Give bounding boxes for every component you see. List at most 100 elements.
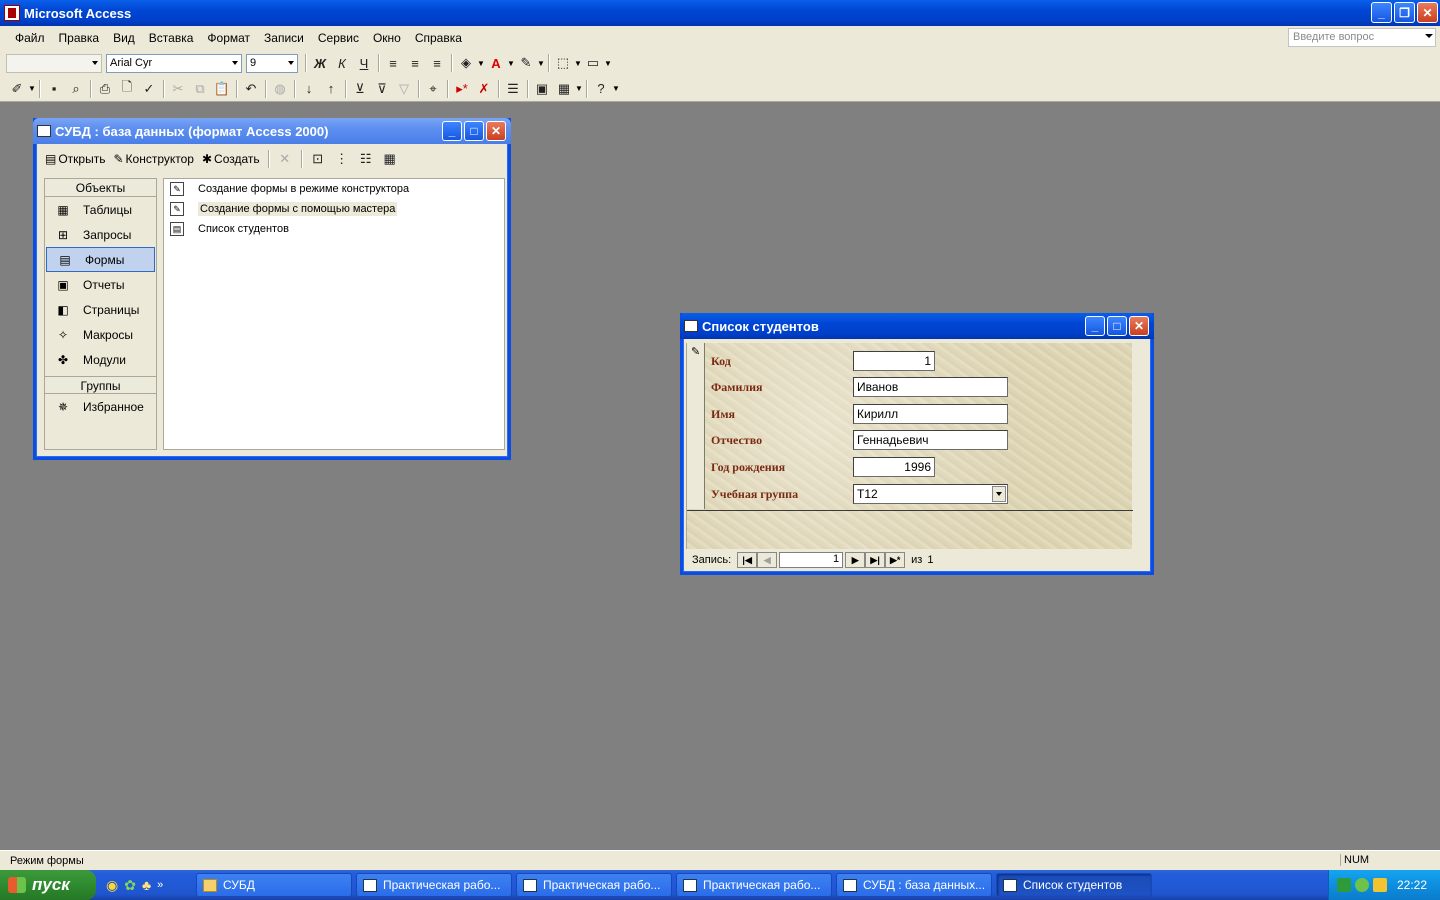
apply-filter-icon[interactable]: ▽ <box>393 78 415 100</box>
properties-icon[interactable]: ☰ <box>502 78 524 100</box>
find-icon[interactable]: ⌖ <box>422 78 444 100</box>
list-item[interactable]: ✎ Создание формы в режиме конструктора <box>164 179 504 199</box>
surname-field[interactable]: Иванов <box>853 377 1008 397</box>
tray-app-icon[interactable] <box>1337 878 1351 892</box>
new-object-icon[interactable]: ▦ <box>553 78 575 100</box>
menu-window[interactable]: Окно <box>366 29 408 47</box>
search-file-icon[interactable]: ⌕ <box>65 78 87 100</box>
open-button[interactable]: ▤ Открыть <box>42 150 108 168</box>
filter-by-form-icon[interactable]: ⊽ <box>371 78 393 100</box>
new-record-icon[interactable]: ▸* <box>451 78 473 100</box>
record-selector[interactable]: ✎ <box>687 343 705 509</box>
flower-icon[interactable]: ✿ <box>124 877 136 894</box>
object-modules[interactable]: ✤ Модули <box>45 347 156 372</box>
object-tables[interactable]: ▦ Таблицы <box>45 197 156 222</box>
list-item[interactable]: ✎ Создание формы с помощью мастера <box>164 199 504 219</box>
delete-record-icon[interactable]: ✗ <box>473 78 495 100</box>
task-button[interactable]: СУБД <box>196 873 352 897</box>
next-record-button[interactable]: ▶ <box>845 552 866 568</box>
form-close-button[interactable]: ✕ <box>1129 316 1149 336</box>
menu-records[interactable]: Записи <box>257 29 311 47</box>
start-button[interactable]: пуск <box>0 870 96 900</box>
menu-help[interactable]: Справка <box>408 29 469 47</box>
new-record-button[interactable]: ▶* <box>885 552 906 568</box>
agent-icon[interactable]: ♣ <box>142 877 151 893</box>
font-size-combo[interactable]: 9 <box>246 53 298 73</box>
align-center-icon[interactable]: ≡ <box>404 52 426 74</box>
database-window-icon[interactable]: ▣ <box>531 78 553 100</box>
form-maximize-button[interactable]: □ <box>1107 316 1127 336</box>
object-macros[interactable]: ✧ Макросы <box>45 322 156 347</box>
ask-question-input[interactable]: Введите вопрос <box>1288 28 1436 47</box>
close-button[interactable]: ✕ <box>1417 2 1438 23</box>
hyperlink-icon[interactable]: ◍ <box>269 78 291 100</box>
object-pages[interactable]: ◧ Страницы <box>45 297 156 322</box>
font-name-combo[interactable]: Arial Cyr <box>106 53 242 73</box>
sort-ascending-icon[interactable]: ↓ <box>298 78 320 100</box>
list-view-icon[interactable]: ☷ <box>355 148 377 170</box>
patronymic-field[interactable]: Геннадьевич <box>853 430 1008 450</box>
tray-agent-icon[interactable] <box>1373 878 1387 892</box>
first-record-button[interactable]: |◀ <box>737 552 758 568</box>
tray-flower-icon[interactable] <box>1355 878 1369 892</box>
object-reports[interactable]: ▣ Отчеты <box>45 272 156 297</box>
save-icon[interactable]: ▪ <box>43 78 65 100</box>
underline-button[interactable]: Ч <box>353 52 375 74</box>
task-button[interactable]: Практическая рабо... <box>516 873 672 897</box>
spelling-icon[interactable]: ✓ <box>138 78 160 100</box>
design-button[interactable]: ✎ Конструктор <box>110 150 196 168</box>
db-close-button[interactable]: ✕ <box>486 121 506 141</box>
task-button[interactable]: СУБД : база данных... <box>836 873 992 897</box>
chevron-down-icon[interactable] <box>1425 34 1433 38</box>
object-combo[interactable] <box>6 53 102 73</box>
copy-icon[interactable]: ⧉ <box>189 78 211 100</box>
filter-by-selection-icon[interactable]: ⊻ <box>349 78 371 100</box>
restore-button[interactable]: ❐ <box>1394 2 1415 23</box>
menu-edit[interactable]: Правка <box>52 29 107 47</box>
small-icons-icon[interactable]: ⋮ <box>331 148 353 170</box>
task-button[interactable]: Практическая рабо... <box>356 873 512 897</box>
paste-icon[interactable]: 📋 <box>211 78 233 100</box>
align-left-icon[interactable]: ≡ <box>382 52 404 74</box>
group-favorites[interactable]: ✵ Избранное <box>45 394 156 419</box>
print-preview-icon[interactable]: 🗋 <box>116 78 138 100</box>
print-icon[interactable]: ⎙ <box>94 78 116 100</box>
delete-icon[interactable]: ✕ <box>274 148 296 170</box>
database-window-titlebar[interactable]: СУБД : база данных (формат Access 2000) … <box>33 118 511 144</box>
large-icons-icon[interactable]: ⊡ <box>307 148 329 170</box>
sort-descending-icon[interactable]: ↑ <box>320 78 342 100</box>
object-queries[interactable]: ⊞ Запросы <box>45 222 156 247</box>
task-button[interactable]: Практическая рабо... <box>676 873 832 897</box>
last-record-button[interactable]: ▶| <box>865 552 886 568</box>
cut-icon[interactable]: ✂ <box>167 78 189 100</box>
border-style-icon[interactable]: ⬚ <box>552 52 574 74</box>
form-window-titlebar[interactable]: Список студентов _ □ ✕ <box>680 313 1154 339</box>
italic-button[interactable]: К <box>331 52 353 74</box>
chrome-icon[interactable]: ◉ <box>106 877 118 894</box>
db-maximize-button[interactable]: □ <box>464 121 484 141</box>
birth-year-field[interactable]: 1996 <box>853 457 935 477</box>
task-button[interactable]: Список студентов <box>996 873 1152 897</box>
menu-insert[interactable]: Вставка <box>142 29 201 47</box>
group-combo[interactable]: Т12 <box>853 484 1008 504</box>
create-button[interactable]: ✱ Создать <box>199 150 263 168</box>
menu-view[interactable]: Вид <box>106 29 142 47</box>
groups-header[interactable]: Группы <box>45 376 156 394</box>
chevron-down-icon[interactable] <box>992 486 1006 502</box>
help-icon[interactable]: ? <box>590 78 612 100</box>
db-minimize-button[interactable]: _ <box>442 121 462 141</box>
align-right-icon[interactable]: ≡ <box>426 52 448 74</box>
chevron-right-icon[interactable]: » <box>157 879 163 891</box>
list-item[interactable]: ▤ Список студентов <box>164 219 504 239</box>
view-icon[interactable]: ✐ <box>6 78 28 100</box>
font-color-icon[interactable]: A <box>485 52 507 74</box>
access-app-icon[interactable] <box>4 5 20 21</box>
objects-header[interactable]: Объекты <box>45 179 156 197</box>
undo-icon[interactable]: ↶ <box>240 78 262 100</box>
minimize-button[interactable]: _ <box>1371 2 1392 23</box>
menu-tools[interactable]: Сервис <box>311 29 366 47</box>
menu-file[interactable]: Файл <box>8 29 52 47</box>
line-width-icon[interactable]: ▭ <box>582 52 604 74</box>
menu-format[interactable]: Формат <box>200 29 257 47</box>
name-field[interactable]: Кирилл <box>853 404 1008 424</box>
